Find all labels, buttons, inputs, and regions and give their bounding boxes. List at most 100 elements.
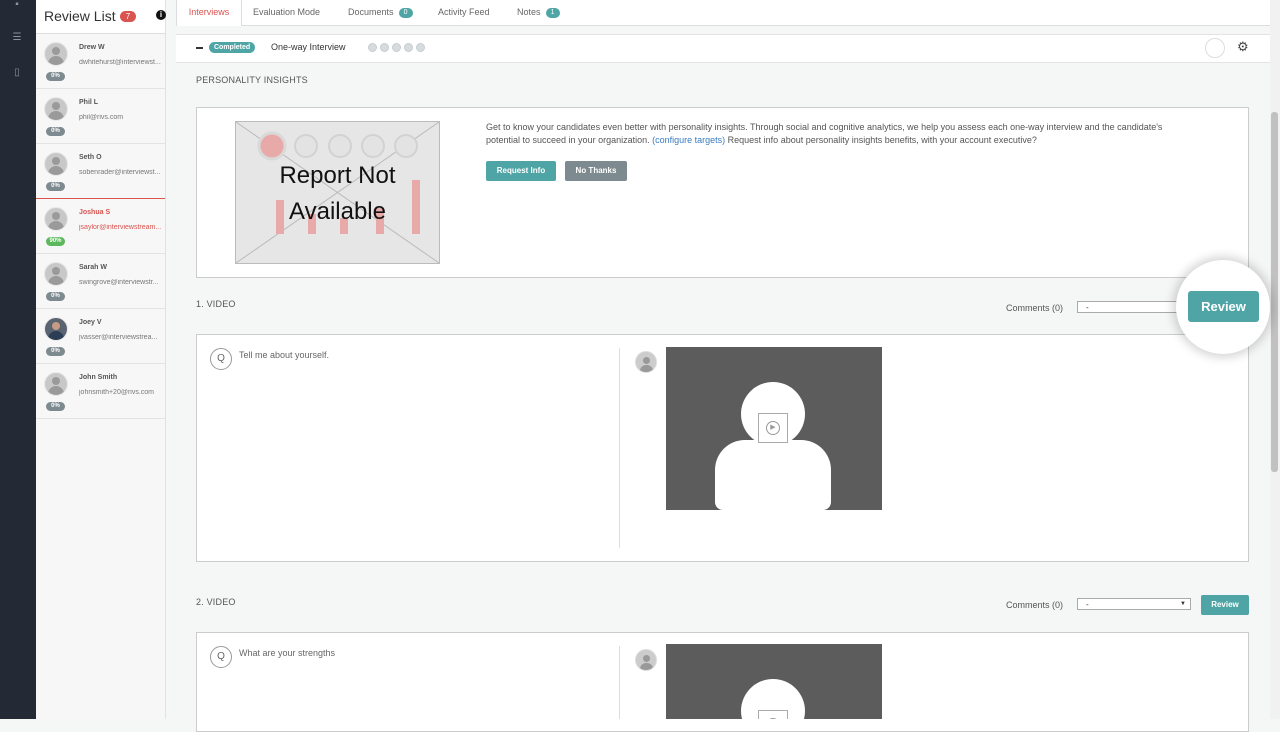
question-icon: Q bbox=[210, 646, 232, 668]
tab-label: Interviews bbox=[188, 7, 230, 17]
no-thanks-button[interactable]: No Thanks bbox=[565, 161, 627, 181]
review-count-badge: 7 bbox=[120, 11, 136, 22]
candidate-email: johnsmith+20@rivs.com bbox=[79, 389, 154, 396]
candidate-item-joey[interactable]: Joey V jvasser@interviewstrea... 0% bbox=[36, 309, 165, 364]
candidate-item-seth[interactable]: Seth O sobenrader@interviewst... 0% bbox=[36, 144, 165, 199]
rating-dot[interactable] bbox=[380, 43, 389, 52]
candidate-name: Drew W bbox=[79, 44, 105, 51]
candidate-item-john[interactable]: John Smith johnsmith+20@rivs.com 0% bbox=[36, 364, 165, 419]
report-placeholder-image: Report Not Available bbox=[235, 121, 440, 264]
personality-description: Get to know your candidates even better … bbox=[486, 121, 1186, 147]
candidate-email: swingrove@interviewstr... bbox=[79, 279, 159, 286]
question-2-text: What are your strengths bbox=[239, 648, 336, 658]
rating-select[interactable]: -▼ bbox=[1077, 301, 1191, 313]
candidate-email: jsaylor@interviewstream... bbox=[79, 224, 162, 231]
review-list-header: Review List 7 i bbox=[36, 0, 166, 34]
avatar bbox=[44, 97, 68, 121]
candidate-name: John Smith bbox=[79, 374, 118, 381]
interview-type: One-way Interview bbox=[271, 42, 346, 52]
review-button-magnifier: Review bbox=[1176, 260, 1270, 354]
avatar bbox=[44, 262, 68, 286]
report-not-available-text: Report Not Available bbox=[279, 162, 396, 225]
select-value: - bbox=[1086, 303, 1089, 312]
progress-badge: 0% bbox=[46, 292, 65, 301]
avatar bbox=[44, 372, 68, 396]
collapse-icon[interactable] bbox=[196, 47, 203, 49]
candidate-item-joshua[interactable]: Joshua S jsaylor@interviewstream... 90% bbox=[36, 198, 165, 254]
request-info-button[interactable]: Request Info bbox=[486, 161, 556, 181]
tab-label: Evaluation Mode bbox=[253, 7, 321, 17]
tab-label: Notes bbox=[517, 7, 541, 17]
progress-badge: 0% bbox=[46, 127, 65, 136]
gear-icon[interactable]: ⚙ bbox=[1237, 40, 1249, 54]
avatar bbox=[44, 317, 68, 341]
candidate-name: Joshua S bbox=[79, 209, 111, 216]
progress-badge: 0% bbox=[46, 402, 65, 411]
overall-rating-circle[interactable] bbox=[1205, 38, 1225, 58]
list-icon[interactable]: ☰ bbox=[11, 33, 23, 43]
divider bbox=[619, 646, 620, 719]
candidate-email: jvasser@interviewstrea... bbox=[79, 334, 158, 341]
video-player-2[interactable]: ▶ bbox=[666, 644, 882, 719]
clipboard-icon[interactable]: ▯ bbox=[11, 68, 23, 78]
candidate-email: dwhitehurst@interviewst... bbox=[79, 59, 161, 66]
select-value: - bbox=[1086, 600, 1089, 609]
candidate-name: Seth O bbox=[79, 154, 102, 161]
notes-count-badge: 1 bbox=[545, 8, 560, 18]
description-text-2: Request info about personality insights … bbox=[725, 135, 1037, 145]
candidate-name: Joey V bbox=[79, 319, 102, 326]
tab-activity-feed[interactable]: Activity Feed bbox=[438, 0, 490, 25]
rating-dot[interactable] bbox=[416, 43, 425, 52]
tab-interviews[interactable]: Interviews bbox=[176, 0, 242, 26]
candidate-name: Sarah W bbox=[79, 264, 108, 271]
status-badge: Completed bbox=[209, 42, 256, 53]
scrollbar-thumb[interactable] bbox=[1271, 112, 1278, 472]
avatar bbox=[44, 42, 68, 66]
rating-select[interactable]: -▼ bbox=[1077, 598, 1191, 610]
play-button[interactable]: ▶ bbox=[758, 710, 788, 719]
avatar bbox=[44, 207, 68, 231]
person-silhouette-body bbox=[715, 440, 831, 510]
rating-dot[interactable] bbox=[368, 43, 377, 52]
info-icon[interactable]: i bbox=[156, 10, 166, 20]
video-player-1[interactable]: ▶ bbox=[666, 347, 882, 510]
progress-badge: 0% bbox=[46, 72, 65, 81]
question-2-title: 2. VIDEO bbox=[196, 597, 236, 607]
tab-evaluation-mode[interactable]: Evaluation Mode bbox=[253, 0, 320, 25]
review-button[interactable]: Review bbox=[1188, 291, 1259, 322]
play-button[interactable]: ▶ bbox=[758, 413, 788, 443]
play-icon: ▶ bbox=[766, 421, 780, 435]
chevron-down-icon: ▼ bbox=[1180, 601, 1186, 607]
interview-header-bar: Completed One-way Interview ⚙ bbox=[176, 34, 1270, 63]
documents-count-badge: 0 bbox=[398, 8, 413, 18]
home-icon[interactable]: ▪ bbox=[11, 0, 23, 10]
candidate-item-sarah[interactable]: Sarah W swingrove@interviewstr... 0% bbox=[36, 254, 165, 309]
progress-badge: 90% bbox=[46, 237, 65, 246]
comments-link[interactable]: Comments (0) bbox=[1006, 600, 1063, 610]
candidate-email: phil@rivs.com bbox=[79, 114, 124, 121]
rating-dot[interactable] bbox=[404, 43, 413, 52]
tab-bar: Interviews Evaluation Mode Documents 0 Ac… bbox=[176, 0, 1270, 26]
review-list-panel: Review List 7 i Drew W dwhitehurst@inter… bbox=[36, 0, 166, 719]
question-1-title: 1. VIDEO bbox=[196, 299, 236, 309]
avatar bbox=[635, 351, 657, 373]
review-button[interactable]: Review bbox=[1201, 595, 1249, 615]
avatar bbox=[635, 649, 657, 671]
progress-badge: 0% bbox=[46, 182, 65, 191]
app-rail: ▪ ☰ ▯ bbox=[0, 0, 36, 719]
divider bbox=[619, 348, 620, 548]
rating-dot[interactable] bbox=[392, 43, 401, 52]
candidate-item-phil[interactable]: Phil L phil@rivs.com 0% bbox=[36, 89, 165, 144]
comments-link[interactable]: Comments (0) bbox=[1006, 303, 1063, 313]
question-1-text: Tell me about yourself. bbox=[239, 350, 330, 360]
tab-documents[interactable]: Documents 0 bbox=[348, 0, 413, 25]
personality-insights-title: PERSONALITY INSIGHTS bbox=[196, 75, 308, 85]
candidate-email: sobenrader@interviewst... bbox=[79, 169, 161, 176]
question-icon: Q bbox=[210, 348, 232, 370]
avatar bbox=[44, 152, 68, 176]
tab-notes[interactable]: Notes 1 bbox=[517, 0, 560, 25]
configure-targets-link[interactable]: (configure targets) bbox=[652, 135, 725, 145]
tab-label: Activity Feed bbox=[438, 7, 490, 17]
candidate-item-drew[interactable]: Drew W dwhitehurst@interviewst... 0% bbox=[36, 34, 165, 89]
review-list-title: Review List bbox=[44, 8, 116, 24]
